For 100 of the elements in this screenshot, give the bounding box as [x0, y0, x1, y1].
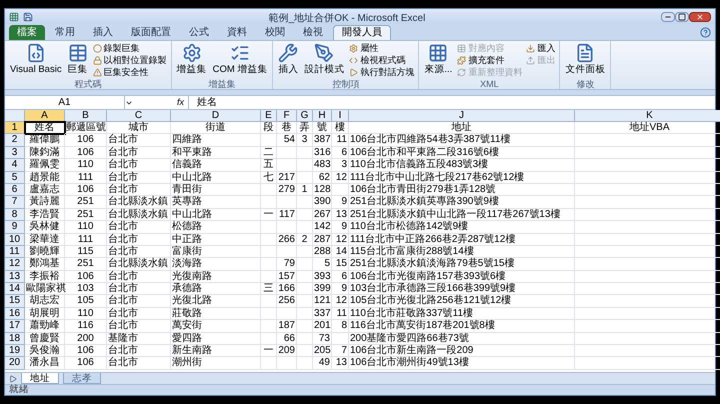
column-header[interactable]: F [277, 110, 297, 122]
column-header[interactable]: G [297, 110, 313, 122]
warning-icon [92, 68, 102, 77]
row-header[interactable]: 15 [5, 295, 25, 308]
table-cell: 段 [264, 122, 274, 133]
close-icon[interactable] [689, 12, 711, 22]
row-header[interactable]: 2 [5, 134, 25, 147]
ribbon-tab[interactable]: 資料 [219, 25, 255, 40]
row-header[interactable]: 4 [5, 159, 25, 172]
ribbon-button[interactable]: 檢視程式碼 [349, 55, 414, 66]
column-header[interactable]: K [575, 110, 720, 122]
wrench-icon [278, 43, 298, 63]
sheet-tab[interactable]: 地址 [21, 373, 59, 384]
row-header[interactable]: 11 [5, 246, 25, 258]
ribbon-tab[interactable]: 版面配置 [123, 25, 179, 40]
table-cell: 9 [341, 283, 347, 294]
column-header[interactable]: C [107, 110, 171, 122]
column-header[interactable]: E [261, 110, 277, 122]
ribbon-button[interactable]: 擴充套件 [457, 55, 522, 66]
ribbon-button[interactable]: 執行對話方塊 [349, 67, 414, 78]
column-header[interactable]: H [313, 110, 332, 122]
ribbon-button[interactable]: 屬性 [349, 43, 414, 54]
ribbon-button[interactable]: 來源... [423, 43, 454, 74]
table-cell: 106台北市潮州街49號13樓 [350, 357, 469, 368]
ribbon-tab[interactable]: 開發人員 [333, 25, 391, 40]
table-cell: 梁華達 [30, 234, 60, 245]
table-cell: 中山北路 [172, 172, 212, 183]
table-cell: 鄭鴻基 [30, 258, 60, 270]
row-header[interactable]: 7 [5, 196, 25, 209]
help-icon[interactable] [700, 27, 711, 38]
row-header[interactable]: 14 [5, 283, 25, 296]
row-header[interactable]: 6 [5, 184, 25, 196]
row-header[interactable]: 13 [5, 270, 25, 284]
ribbon-button[interactable]: 匯入 [526, 43, 556, 54]
column-header[interactable]: I [332, 110, 349, 122]
table-cell: 台北縣淡水鎮 [108, 258, 168, 270]
gear-icon [349, 44, 358, 53]
table-cell: 松德路 [172, 221, 202, 232]
save-icon[interactable] [23, 12, 33, 22]
ribbon-button[interactable]: 設計模式 [303, 43, 346, 74]
name-box[interactable]: A1 [5, 96, 125, 109]
ribbon-button[interactable]: 錄製巨集 [92, 43, 167, 54]
table-cell: 256 [278, 295, 295, 306]
table-cell: 8 [341, 320, 347, 332]
row-header[interactable]: 20 [5, 357, 25, 370]
sheet-tab[interactable]: 志孝 [63, 373, 101, 384]
function-button[interactable]: fx [173, 96, 188, 110]
table-cell: 288 [314, 246, 331, 257]
ribbon-button[interactable]: 文件面板 [564, 43, 606, 74]
formula-field[interactable]: 姓名 [188, 96, 715, 109]
table-cell: 曾慶賢 [30, 332, 60, 344]
row-header[interactable]: 8 [5, 208, 25, 222]
ribbon-tab[interactable]: 檢視 [295, 25, 331, 40]
ribbon-button[interactable]: COM 增益集 [212, 43, 268, 74]
ribbon-tab[interactable]: 公式 [181, 25, 217, 40]
row-header[interactable]: 17 [5, 320, 25, 333]
table-cell: 6 [341, 146, 347, 158]
play-icon [349, 68, 358, 77]
row-header[interactable]: 1 [5, 122, 25, 134]
ribbon-button[interactable]: Visual Basic [9, 43, 63, 74]
ribbon-tab[interactable]: 檔案 [9, 25, 45, 40]
group-label: 增益集 [207, 79, 236, 89]
minimize-icon[interactable] [661, 12, 675, 22]
table-cell: 121 [314, 295, 331, 306]
ribbon-button[interactable]: 增益集 [176, 43, 208, 74]
table-cell: 187 [278, 320, 295, 332]
table-cell: 地址 [452, 122, 472, 133]
row-header[interactable]: 10 [5, 234, 25, 246]
column-header[interactable]: J [349, 110, 575, 122]
table-cell: 一 [264, 208, 274, 220]
ribbon-tab[interactable]: 常用 [47, 25, 83, 40]
column-header[interactable]: A [25, 110, 65, 122]
row-header[interactable]: 9 [5, 221, 25, 234]
table-cell: 台北市 [108, 221, 138, 232]
table-cell: 中山北路 [172, 208, 212, 220]
ribbon-button[interactable]: 插入 [277, 43, 300, 74]
ribbon-button[interactable]: 巨集安全性 [92, 67, 167, 78]
table-cell: 7 [341, 345, 347, 356]
table-cell: 200基隆市愛四路66巷73號 [350, 332, 469, 344]
table-cell: 三 [264, 283, 274, 294]
row-header[interactable]: 5 [5, 172, 25, 184]
puzzle-icon [457, 56, 466, 65]
navigation-icon[interactable] [9, 374, 17, 382]
column-header[interactable]: D [171, 110, 261, 122]
table-cell: 73 [318, 332, 330, 344]
table-cell: 12 [336, 172, 347, 183]
ribbon-tab[interactable]: 校閱 [257, 25, 293, 40]
row-header[interactable]: 3 [5, 146, 25, 160]
ribbon-tab[interactable]: 插入 [85, 25, 121, 40]
table-cell: 251台北縣淡水鎮中山北路一段117巷267號13樓 [350, 208, 560, 220]
row-header[interactable]: 12 [5, 258, 25, 271]
grid-icon [428, 43, 448, 63]
table-cell: 111台北市中山北路七段217巷62號12樓 [350, 172, 524, 183]
row-header[interactable]: 16 [5, 308, 25, 320]
maximize-icon[interactable] [675, 12, 689, 22]
row-header[interactable]: 19 [5, 345, 25, 358]
ribbon-button[interactable]: 以相對位置錄製 [92, 55, 167, 66]
column-header[interactable]: B [65, 110, 107, 122]
ribbon-button[interactable]: 巨集 [66, 43, 89, 74]
row-header[interactable]: 18 [5, 332, 25, 346]
